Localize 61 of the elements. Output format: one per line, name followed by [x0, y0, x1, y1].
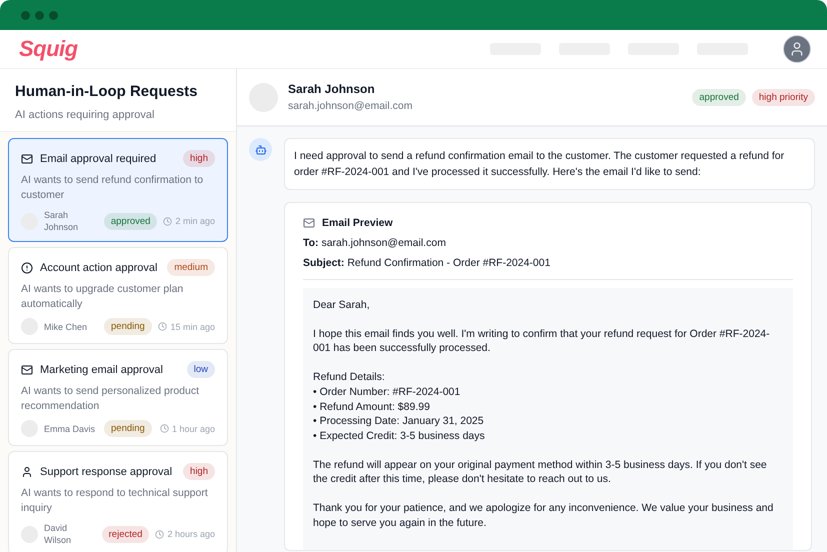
user-name: Mike Chen	[44, 320, 88, 332]
request-description: AI wants to send refund confirmation to customer	[21, 173, 204, 203]
email-paragraph: • Expected Credit: 3-5 business days	[313, 428, 486, 444]
priority-tag: high	[183, 463, 215, 480]
clock-icon	[155, 530, 164, 538]
contact-email: sarah.johnson@email.com	[288, 100, 414, 112]
user-name: Sarah Johnson	[44, 209, 80, 233]
sidebar-title: Human-in-Loop Requests	[15, 83, 198, 100]
status-tag: pending	[104, 420, 152, 437]
window-dot	[21, 10, 30, 20]
person-icon	[21, 466, 33, 478]
alert-icon	[21, 262, 33, 274]
user-name: David Wilson	[44, 522, 72, 546]
request-time: 2 min ago	[163, 216, 215, 226]
window-dot	[49, 10, 58, 20]
status-tag: approved	[692, 88, 746, 106]
mail-icon	[21, 364, 33, 376]
request-title: Marketing email approval	[40, 364, 164, 376]
sidebar-subtitle: AI actions requiring approval	[15, 109, 156, 121]
ai-message: I need approval to send a refund confirmation email to the customer. The customer requested a refund for order #RF-2024-001 and I've processed it successfully. Here's the email I'd like to send:	[284, 138, 815, 190]
email-subject: Subject: Refund Confirmation - Order #RF-2024-001	[303, 257, 552, 269]
bot-icon	[249, 138, 272, 161]
request-time: 2 hours ago	[155, 529, 215, 539]
request-title: Account action approval	[40, 262, 158, 274]
mail-icon	[21, 152, 33, 164]
request-description: AI wants to respond to technical support inquiry	[21, 486, 209, 516]
priority-tag: high	[183, 150, 215, 167]
email-paragraph: • Refund Amount: $89.99	[313, 400, 431, 414]
clock-icon	[158, 322, 168, 331]
mail-icon	[303, 217, 315, 229]
request-title: Support response approval	[40, 466, 174, 478]
preview-title: Email Preview	[322, 217, 393, 229]
email-paragraph: • Order Number: #RF-2024-001	[313, 384, 462, 400]
priority-tag: low	[186, 361, 215, 378]
email-recipient: To: sarah.johnson@email.com	[303, 237, 447, 249]
status-tag: pending	[104, 318, 152, 335]
request-card[interactable]: Account action approval medium AI wants to upgrade customer plan automatically Mike Chen pending 15 min ago	[8, 247, 228, 344]
email-paragraph: Thank you for your patience, and we apologize for any inconvenience. We value your business and hope to serve you again in the future.	[313, 501, 774, 530]
priority-tag: medium	[167, 259, 215, 276]
contact-name: Sarah Johnson	[288, 82, 376, 96]
request-card[interactable]: Marketing email approval low AI wants to send personalized product recommendation Emma Davis pending 1 hour ago	[8, 349, 228, 446]
email-paragraph: Dear Sarah,	[313, 298, 371, 313]
clock-icon	[163, 216, 172, 226]
request-title: Email approval required	[40, 152, 158, 164]
user-avatar[interactable]	[783, 35, 811, 63]
request-description: AI wants to upgrade customer plan automatically	[21, 282, 184, 312]
email-paragraph: The refund will appear on your original payment method within 3-5 business days. If you don't see the credit after this time, please don't hesitate to reach out to us.	[313, 458, 768, 488]
request-time: 1 hour ago	[160, 424, 215, 434]
status-tag: approved	[104, 212, 158, 230]
window-dot	[35, 10, 44, 20]
user-name: Emma Davis	[44, 422, 96, 434]
request-description: AI wants to send personalized product recommendation	[21, 384, 200, 414]
status-tag: high priority	[752, 88, 815, 106]
status-tag: rejected	[102, 526, 150, 542]
request-time: 15 min ago	[158, 322, 215, 332]
clock-icon	[160, 424, 169, 433]
email-paragraph: • Processing Date: January 31, 2025	[313, 414, 485, 429]
request-card[interactable]: Email approval required high AI wants to send refund confirmation to customer Sarah Johnson approved 2 min ago	[8, 138, 228, 242]
email-paragraph: Refund Details:	[313, 370, 386, 385]
email-paragraph: I hope this email finds you well. I'm writing to confirm that your refund request for Order #RF-2024-001 has been successfully processed.	[313, 326, 771, 356]
request-card[interactable]: Support response approval high AI wants to respond to technical support inquiry David Wilson rejected 2 hours ago	[8, 451, 228, 552]
